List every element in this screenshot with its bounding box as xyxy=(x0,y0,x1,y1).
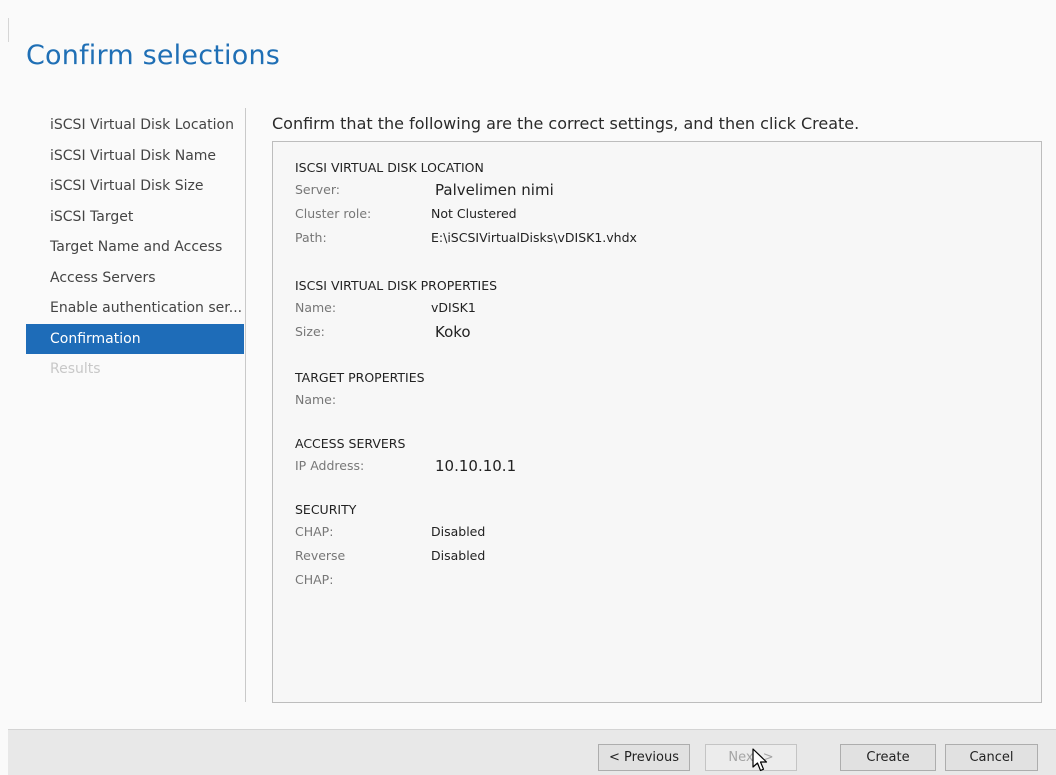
summary-row-path: Path: E:\iSCSIVirtualDisks\vDISK1.vhdx xyxy=(295,226,637,250)
field-label: Path: xyxy=(295,230,327,245)
nav-item-disk-location[interactable]: iSCSI Virtual Disk Location xyxy=(26,110,244,141)
field-label: Server: xyxy=(295,182,340,197)
field-value: Disabled xyxy=(431,548,486,563)
wizard-footer: < Previous Next > Create Cancel xyxy=(8,729,1056,775)
section-disk-properties: ISCSI VIRTUAL DISK PROPERTIES Name: vDIS… xyxy=(295,276,497,344)
nav-item-disk-name[interactable]: iSCSI Virtual Disk Name xyxy=(26,141,244,172)
section-title: ISCSI VIRTUAL DISK LOCATION xyxy=(295,160,484,175)
field-label: Cluster role: xyxy=(295,206,372,221)
previous-button[interactable]: < Previous xyxy=(598,744,690,771)
field-value: vDISK1 xyxy=(431,300,476,315)
nav-item-confirmation[interactable]: Confirmation xyxy=(26,323,244,354)
field-label: CHAP: xyxy=(295,524,334,539)
field-label: Reverse CHAP: xyxy=(295,548,346,587)
section-security: SECURITY CHAP: Disabled Reverse CHAP: Di… xyxy=(295,500,485,587)
window-left-edge xyxy=(8,18,9,42)
summary-row-size: Size: Koko xyxy=(295,320,497,344)
sidebar-divider xyxy=(245,108,246,702)
summary-box: ISCSI VIRTUAL DISK LOCATION Server: Palv… xyxy=(272,141,1042,703)
section-title: TARGET PROPERTIES xyxy=(295,370,425,385)
create-button[interactable]: Create xyxy=(840,744,936,771)
field-value: E:\iSCSIVirtualDisks\vDISK1.vhdx xyxy=(431,230,637,245)
section-access-servers: ACCESS SERVERS IP Address: 10.10.10.1 xyxy=(295,434,516,478)
nav-item-disk-size[interactable]: iSCSI Virtual Disk Size xyxy=(26,171,244,202)
summary-row-chap: CHAP: Disabled xyxy=(295,520,485,544)
summary-row-server: Server: Palvelimen nimi xyxy=(295,178,554,202)
section-title: SECURITY xyxy=(295,502,357,517)
field-value: Disabled xyxy=(431,524,486,539)
mouse-pointer-icon xyxy=(752,748,768,772)
section-disk-location: ISCSI VIRTUAL DISK LOCATION Server: Palv… xyxy=(295,158,637,250)
section-title: ACCESS SERVERS xyxy=(295,436,406,451)
nav-item-enable-authentication[interactable]: Enable authentication ser... xyxy=(26,293,244,324)
next-button: Next > xyxy=(705,744,797,771)
field-label: Name: xyxy=(295,300,337,315)
section-target-properties: TARGET PROPERTIES Name: xyxy=(295,368,425,412)
nav-item-results: Results xyxy=(50,361,101,377)
field-label: Size: xyxy=(295,324,325,339)
summary-row-name: Name: vDISK1 xyxy=(295,296,497,320)
summary-row-reverse-chap: Reverse CHAP: Disabled xyxy=(295,544,485,587)
nav-item-iscsi-target[interactable]: iSCSI Target xyxy=(26,202,244,233)
field-label: IP Address: xyxy=(295,458,365,473)
field-value: Not Clustered xyxy=(431,206,517,221)
nav-item-target-name-access[interactable]: Target Name and Access xyxy=(26,232,244,263)
summary-row-target-name: Name: xyxy=(295,388,425,412)
page-title: Confirm selections xyxy=(26,40,281,71)
field-value: Palvelimen nimi xyxy=(435,181,554,199)
summary-row-ip-address: IP Address: 10.10.10.1 xyxy=(295,454,516,478)
field-label: Name: xyxy=(295,392,337,407)
field-value: Koko xyxy=(435,323,471,341)
nav-item-access-servers[interactable]: Access Servers xyxy=(26,263,244,294)
section-title: ISCSI VIRTUAL DISK PROPERTIES xyxy=(295,278,498,293)
cancel-button[interactable]: Cancel xyxy=(945,744,1038,771)
instruction-text: Confirm that the following are the corre… xyxy=(272,114,860,133)
wizard-nav: iSCSI Virtual Disk Location iSCSI Virtua… xyxy=(26,110,244,385)
field-value: 10.10.10.1 xyxy=(435,457,517,475)
summary-row-cluster-role: Cluster role: Not Clustered xyxy=(295,202,517,226)
